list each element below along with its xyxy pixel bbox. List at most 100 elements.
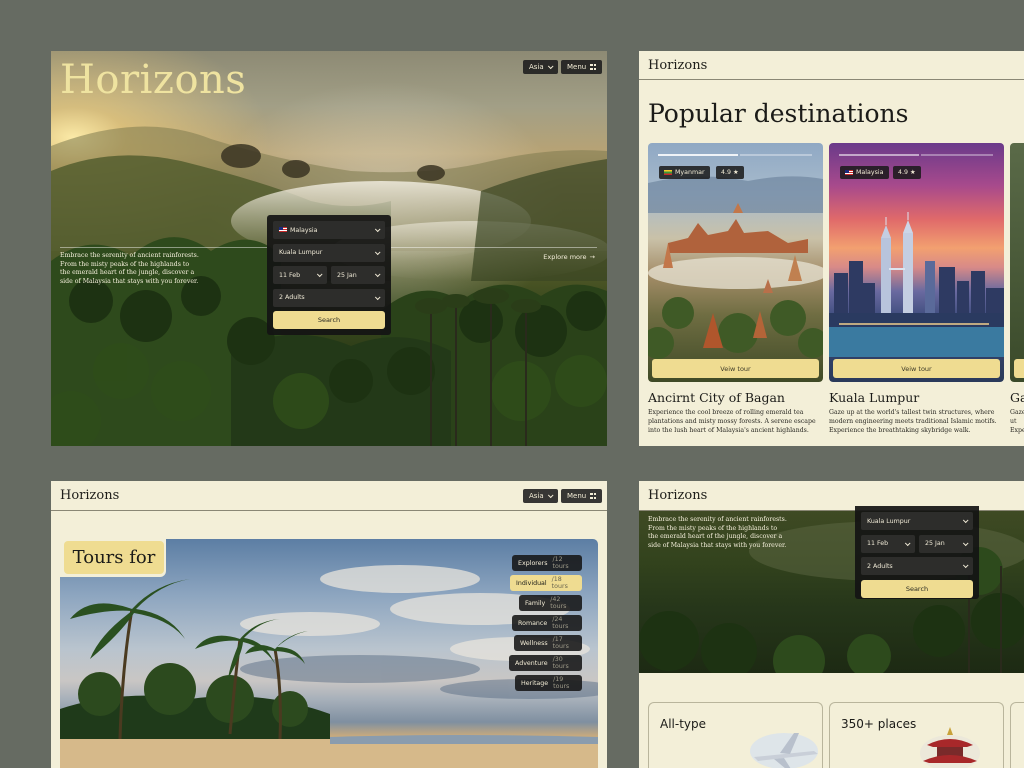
rating-badge: 4.9 ★ bbox=[893, 166, 921, 179]
tour-category-count: /12 tours bbox=[552, 556, 569, 570]
feature-card-partial bbox=[1010, 702, 1024, 768]
divider bbox=[391, 247, 597, 248]
search-form: Kuala Lumpur 11 Feb 25 Jan 2 Adults Sear… bbox=[855, 506, 979, 599]
country-value: Malaysia bbox=[290, 226, 318, 234]
popular-title: Popular destinations bbox=[648, 99, 909, 128]
date-from-select[interactable]: 11 Feb bbox=[273, 266, 327, 284]
chevron-down-icon bbox=[374, 226, 381, 233]
chevron-down-icon bbox=[547, 63, 554, 70]
destination-card-partial[interactable] bbox=[1010, 143, 1024, 382]
divider bbox=[60, 247, 267, 248]
country-badge-label: Malaysia bbox=[856, 169, 884, 176]
destination-description: Gaze up at the world's tallest twin stru… bbox=[829, 409, 997, 434]
search-button[interactable]: Search bbox=[273, 311, 385, 329]
rating-badge: 4.9 ★ bbox=[716, 166, 744, 179]
menu-label: Menu bbox=[567, 63, 587, 71]
region-dropdown[interactable]: Asia bbox=[523, 489, 558, 503]
malaysia-flag-icon bbox=[845, 170, 853, 175]
grid-icon bbox=[590, 63, 597, 71]
city-value: Kuala Lumpur bbox=[279, 249, 323, 256]
view-tour-button[interactable]: Veiw tour bbox=[833, 359, 1000, 378]
brand-logo[interactable]: Horizons bbox=[639, 51, 1024, 80]
date-to-value: 25 Jan bbox=[925, 540, 945, 547]
explore-more-link[interactable]: Explore more → bbox=[543, 253, 595, 261]
tour-category-count: /42 tours bbox=[550, 596, 567, 610]
tour-category-count: /30 tours bbox=[552, 656, 569, 670]
destination-name: Kuala Lumpur bbox=[829, 390, 920, 405]
destination-description: Gaze ut Expe bbox=[1010, 409, 1024, 434]
region-label: Asia bbox=[529, 63, 544, 71]
menu-button[interactable]: Menu bbox=[561, 60, 603, 74]
tours-title: Tours for bbox=[64, 541, 164, 574]
malaysia-flag-icon bbox=[279, 227, 287, 232]
date-from-select[interactable]: 11 Feb bbox=[861, 534, 915, 553]
tour-category-chip[interactable]: Explorers/12 tours bbox=[512, 555, 582, 571]
features-panel: Horizons Embrace the serenity of ancient… bbox=[639, 481, 1024, 768]
tour-category-chip[interactable]: Family/42 tours bbox=[519, 595, 582, 611]
chevron-down-icon bbox=[547, 492, 554, 499]
chevron-down-icon bbox=[962, 539, 969, 546]
tour-category-count: /17 tours bbox=[552, 636, 569, 650]
guests-select[interactable]: 2 Adults bbox=[861, 557, 973, 575]
tour-category-chip[interactable]: Romance/24 tours bbox=[512, 615, 582, 631]
tour-category-label: Wellness bbox=[520, 639, 548, 647]
guests-value: 2 Adults bbox=[279, 294, 305, 301]
search-form: Malaysia Kuala Lumpur 11 Feb 25 Jan 2 Ad… bbox=[267, 215, 391, 335]
search-button[interactable]: Search bbox=[861, 579, 973, 598]
myanmar-flag-icon bbox=[664, 170, 672, 175]
date-to-select[interactable]: 25 Jan bbox=[919, 534, 973, 553]
hero-description: Embrace the serenity of ancient rainfore… bbox=[60, 252, 199, 285]
guests-value: 2 Adults bbox=[867, 562, 893, 570]
city-select[interactable]: Kuala Lumpur bbox=[861, 512, 973, 530]
view-tour-button[interactable]: Veiw tour bbox=[652, 359, 819, 378]
destination-card-kuala-lumpur[interactable]: Malaysia 4.9 ★ Veiw tour bbox=[829, 143, 1004, 382]
tours-panel: Horizons Asia Menu Tours for Explorers /… bbox=[51, 481, 607, 768]
chevron-down-icon bbox=[374, 293, 381, 300]
temple-icon bbox=[920, 727, 980, 768]
tour-category-chip[interactable]: Heritage/19 tours bbox=[515, 675, 582, 691]
city-value: Kuala Lumpur bbox=[867, 517, 911, 525]
chevron-down-icon bbox=[374, 271, 381, 278]
tour-category-chip[interactable]: Individual/18 tours bbox=[510, 575, 582, 591]
feature-card-all-type: All-type bbox=[648, 702, 823, 768]
destination-description: Experience the cool breeze of rolling em… bbox=[648, 409, 816, 434]
arrow-right-icon: → bbox=[589, 253, 595, 261]
view-tour-button[interactable] bbox=[1014, 359, 1024, 378]
city-select[interactable]: Kuala Lumpur bbox=[273, 243, 385, 262]
feature-label: All-type bbox=[660, 717, 707, 731]
hero-panel: Horizons Asia Menu Embrace the serenity … bbox=[51, 51, 607, 446]
country-badge: Myanmar bbox=[659, 166, 710, 179]
chevron-down-icon bbox=[374, 248, 381, 255]
guests-select[interactable]: 2 Adults bbox=[273, 288, 385, 307]
feature-label: 350+ places bbox=[841, 717, 917, 731]
tour-category-label: Individual bbox=[516, 579, 547, 587]
progress-bar bbox=[740, 154, 812, 156]
feature-card-places: 350+ places bbox=[829, 702, 1004, 768]
hero-description: Embrace the serenity of ancient rainfore… bbox=[648, 516, 787, 549]
tour-category-chip[interactable]: Adventure/30 tours bbox=[509, 655, 582, 671]
tour-category-chip[interactable]: Wellness/17 tours bbox=[514, 635, 582, 651]
country-select[interactable]: Malaysia bbox=[273, 221, 385, 239]
chevron-down-icon bbox=[962, 517, 969, 524]
country-badge-label: Myanmar bbox=[675, 169, 705, 176]
chevron-down-icon bbox=[962, 562, 969, 569]
destination-card-bagan[interactable]: Myanmar 4.9 ★ Veiw tour bbox=[648, 143, 823, 382]
date-to-select[interactable]: 25 Jan bbox=[331, 266, 385, 284]
menu-button[interactable]: Menu bbox=[561, 489, 603, 503]
date-from-value: 11 Feb bbox=[279, 271, 301, 279]
country-badge: Malaysia bbox=[840, 166, 889, 179]
region-label: Asia bbox=[529, 492, 544, 500]
date-from-value: 11 Feb bbox=[867, 540, 889, 547]
grid-icon bbox=[590, 492, 597, 500]
tour-category-count: /19 tours bbox=[553, 676, 570, 690]
progress-bar bbox=[658, 154, 738, 156]
tour-category-label: Family bbox=[525, 599, 546, 607]
region-dropdown[interactable]: Asia bbox=[523, 60, 558, 74]
chevron-down-icon bbox=[904, 539, 911, 546]
tour-category-label: Heritage bbox=[521, 679, 549, 687]
tour-category-count: /18 tours bbox=[551, 576, 568, 590]
explore-label: Explore more bbox=[543, 253, 587, 261]
chevron-down-icon bbox=[316, 271, 323, 278]
popular-panel: Horizons Popular destinations Myanmar 4.… bbox=[639, 51, 1024, 446]
airplane-icon bbox=[750, 733, 818, 768]
